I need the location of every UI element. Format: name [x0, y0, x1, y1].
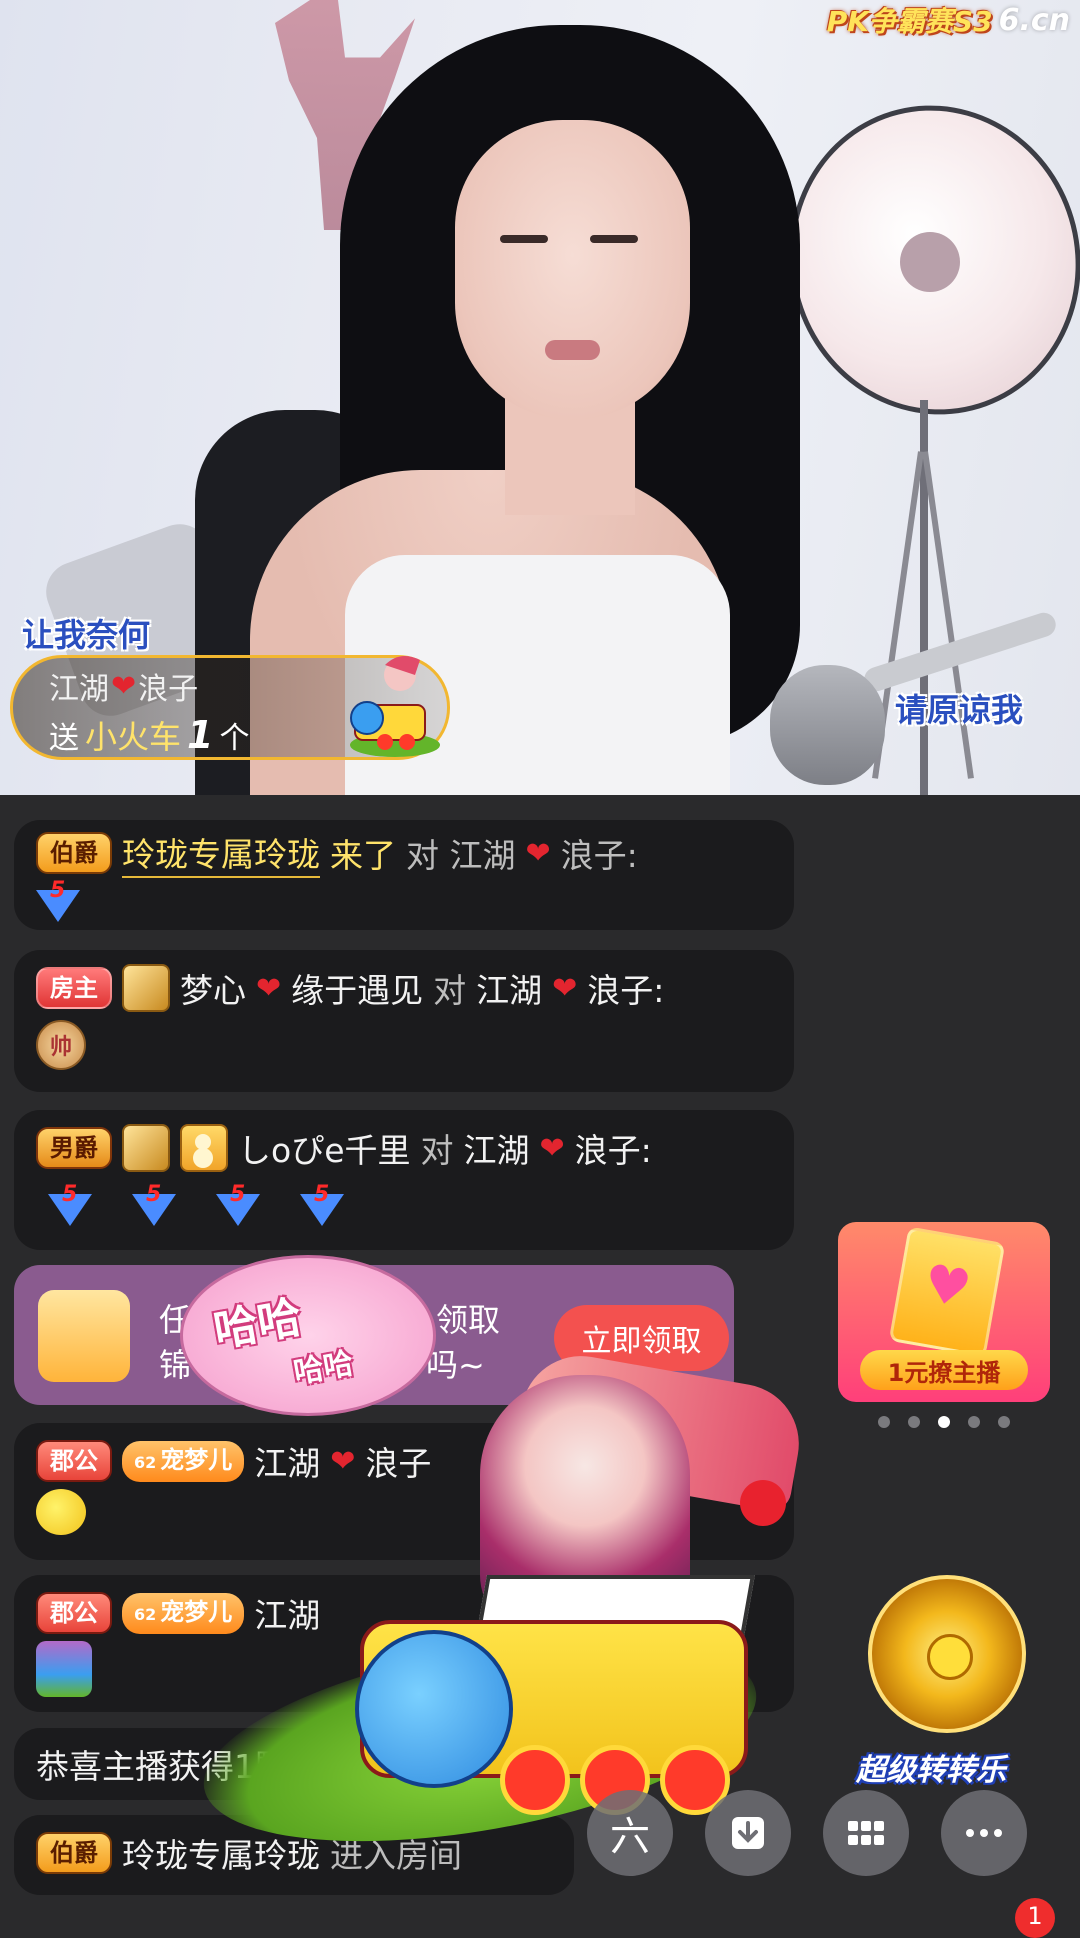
user-name[interactable]: 梦心: [180, 964, 246, 1012]
gift-animation-elephant: [355, 1630, 513, 1788]
heart-icon: ❤: [552, 970, 578, 1006]
stream-overlay-right: 请原谅我: [895, 691, 1024, 729]
to-label: 对: [420, 1131, 454, 1170]
lucky-wheel-icon[interactable]: [868, 1575, 1026, 1733]
carousel-dot[interactable]: [998, 1416, 1010, 1428]
side-promo-banner[interactable]: 1元撩主播: [838, 1222, 1050, 1402]
gift-sender-name-2: 浪子: [138, 672, 199, 707]
gift-animation-pompom: [740, 1480, 786, 1526]
train-wheel: [500, 1745, 570, 1815]
v5-emote-icon: 5: [36, 878, 80, 924]
room-owner-badge: 房主: [36, 967, 112, 1009]
fan-badge: 62 宠梦儿: [122, 1440, 245, 1482]
eye: [590, 235, 638, 243]
enter-action: 来了: [330, 836, 396, 875]
carousel-dot[interactable]: [878, 1416, 890, 1428]
apps-grid-button[interactable]: [823, 1790, 909, 1876]
heart-card-icon: [888, 1226, 1006, 1358]
microphone: [770, 665, 885, 785]
carousel-dot[interactable]: [968, 1416, 980, 1428]
user-name[interactable]: 玲珑专属玲珑: [122, 828, 320, 878]
carousel-dot[interactable]: [908, 1416, 920, 1428]
v5-emote-icon: 5: [48, 1182, 92, 1228]
gift-name: 小火车: [85, 718, 182, 756]
six-logo-icon: 六: [610, 1814, 650, 1860]
notification-badge[interactable]: 1: [1015, 1898, 1055, 1938]
pk-event-logo: PK争霸赛S3: [826, 5, 993, 38]
user-name[interactable]: しoぴe千里: [238, 1124, 411, 1172]
promo-app-icon: [38, 1290, 130, 1382]
lucky-wheel-label[interactable]: 超级转转乐: [856, 1745, 1006, 1789]
target-name-2: 浪子:: [587, 971, 665, 1010]
chat-message[interactable]: 男爵 しoぴe千里 对 江湖 ❤ 浪子: 5 5 5 5: [14, 1110, 794, 1250]
rank-badge: 伯爵: [36, 1832, 112, 1874]
heart-icon: ❤: [525, 835, 551, 871]
chat-message[interactable]: 伯爵 玲珑专属玲珑 来了 对 江湖 ❤ 浪子: 5: [14, 820, 794, 930]
carousel-dot-active[interactable]: [938, 1416, 950, 1428]
message-target-2: 浪子:: [560, 836, 638, 875]
user-name[interactable]: 江湖: [254, 1589, 320, 1637]
fan-badge: 62 宠梦儿: [122, 1592, 245, 1634]
grid-icon: [848, 1821, 884, 1845]
user-name-2[interactable]: 浪子: [365, 1437, 431, 1485]
target-name[interactable]: 江湖: [476, 964, 542, 1012]
chat-message[interactable]: 房主 梦心 ❤ 缘于遇见 对 江湖 ❤ 浪子: 帅: [14, 950, 794, 1092]
haha-sticker: 哈哈 哈哈: [180, 1255, 436, 1416]
download-button[interactable]: [705, 1790, 791, 1876]
target-name-2: 浪子:: [574, 1131, 652, 1170]
rank-badge: 男爵: [36, 1127, 112, 1169]
heart-icon: ❤: [111, 668, 137, 704]
download-icon: [732, 1817, 764, 1849]
gift-sender-name: 江湖: [49, 672, 109, 707]
top-brand: PK争霸赛S3 6.cn: [827, 0, 1070, 40]
streamer-face: [455, 120, 690, 420]
user-name-2[interactable]: 缘于遇见: [291, 964, 423, 1012]
lips: [545, 340, 600, 360]
send-label: 送: [49, 721, 79, 756]
rank-badge: 郡公: [36, 1440, 112, 1482]
user-name[interactable]: 江湖: [254, 1437, 320, 1485]
eye: [500, 235, 548, 243]
gift-unit: 个: [219, 721, 250, 756]
site-logo: 6.cn: [998, 2, 1070, 38]
message-target: 对 江湖: [406, 836, 516, 875]
rank-badge: 郡公: [36, 1592, 112, 1634]
lamp-center: [900, 232, 960, 292]
stream-overlay-left: 让我奈何: [22, 616, 151, 654]
heart-icon: ❤: [256, 970, 282, 1006]
carousel-dots[interactable]: [878, 1416, 1010, 1428]
yellow-duck-gift-icon: [36, 1489, 86, 1535]
heart-icon: ❤: [330, 1443, 356, 1479]
rank-badge: 伯爵: [36, 832, 112, 874]
more-dots-icon: [966, 1829, 1002, 1837]
to-label: 对: [433, 971, 467, 1010]
gold-bar-icon: [122, 964, 170, 1012]
v5-emote-icon: 5: [132, 1182, 176, 1228]
v5-emote-icon: 5: [216, 1182, 260, 1228]
member-icon: [180, 1124, 228, 1172]
gift-count: 1: [187, 713, 214, 757]
train-gift-icon: [36, 1641, 92, 1697]
share-button[interactable]: 六: [587, 1790, 673, 1876]
more-button[interactable]: [941, 1790, 1027, 1876]
heart-icon: ❤: [539, 1130, 565, 1166]
side-promo-label: 1元撩主播: [860, 1350, 1028, 1390]
target-name[interactable]: 江湖: [464, 1124, 530, 1172]
live-video[interactable]: PK争霸赛S3 6.cn 让我奈何 请原谅我 江湖 ❤ 浪子 送 小火车 1 个: [0, 0, 1080, 795]
gold-bar-icon: [122, 1124, 170, 1172]
train-gift-icon: [350, 656, 440, 757]
v5-emote-icon: 5: [300, 1182, 344, 1228]
shuai-emote-icon: 帅: [36, 1020, 86, 1070]
